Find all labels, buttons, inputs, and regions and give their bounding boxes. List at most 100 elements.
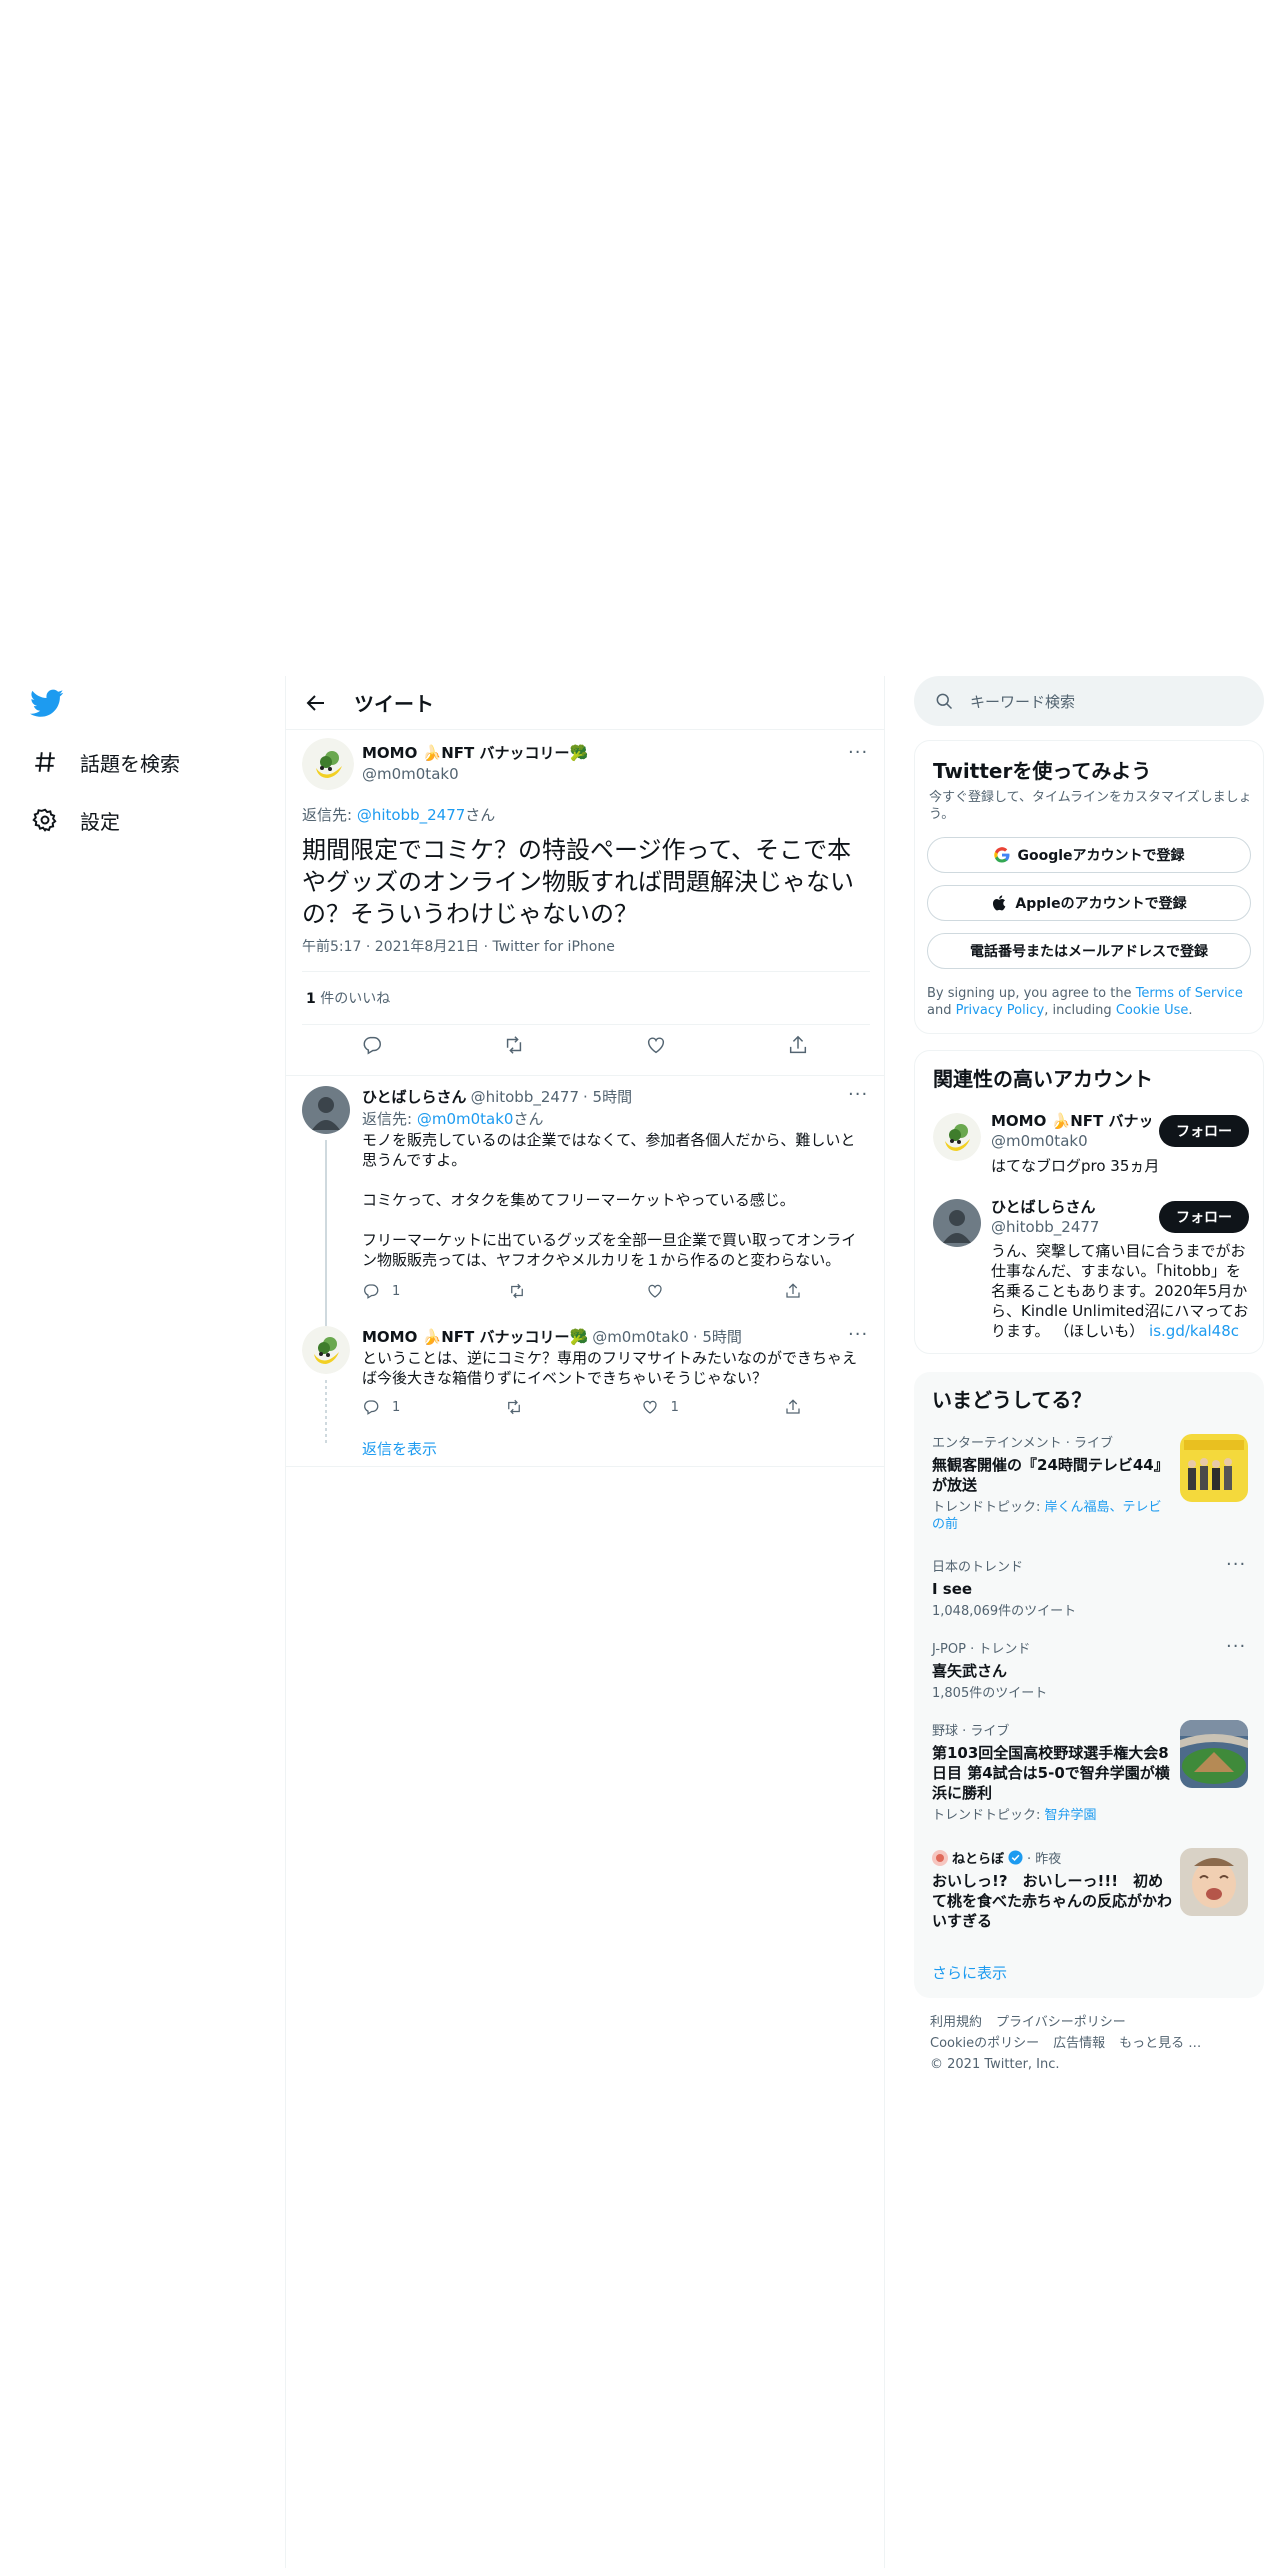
reply-author-line: ひとばしらさん @hitobb_2477 · 5時間 xyxy=(362,1086,632,1107)
back-arrow-icon[interactable] xyxy=(304,691,328,715)
share-icon[interactable] xyxy=(787,1034,811,1058)
footer-link[interactable]: Cookieのポリシー xyxy=(930,2033,1039,2054)
footer-link[interactable]: プライバシーポリシー xyxy=(996,2012,1126,2033)
reply-context: 返信先: @m0m0tak0さん xyxy=(362,1110,544,1128)
trend-thumbnail[interactable] xyxy=(1180,1720,1248,1788)
trend-item[interactable]: ねとらぼ · 昨夜 おいしっ!? おいしーっ!!! 初めて桃を食べた赤ちゃんの反… xyxy=(932,1848,1172,1931)
related-account-info[interactable]: ひとばしらさん @hitobb_2477 xyxy=(991,1197,1151,1237)
trend-thumbnail[interactable] xyxy=(1180,1848,1248,1916)
tweet-timestamp[interactable]: 午前5:17 · 2021年8月21日 · Twitter for iPhone xyxy=(302,936,615,956)
divider xyxy=(286,1075,884,1076)
avatar[interactable] xyxy=(302,738,354,790)
trend-title: 喜矢武さん xyxy=(932,1662,1008,1680)
terms-link[interactable]: Terms of Service xyxy=(1136,986,1243,1001)
more-options-icon[interactable]: ··· xyxy=(848,1084,868,1105)
footer-link[interactable]: もっと見る … xyxy=(1119,2033,1201,2054)
show-replies-link[interactable]: 返信を表示 xyxy=(362,1438,437,1459)
footer-link[interactable]: 利用規約 xyxy=(930,2012,982,2033)
reply-time[interactable]: · 5時間 xyxy=(693,1326,742,1347)
author-name[interactable]: ひとばしらさん xyxy=(362,1086,467,1107)
share-button[interactable] xyxy=(784,1398,802,1416)
more-options-icon[interactable]: ··· xyxy=(1226,1636,1246,1657)
avatar[interactable] xyxy=(302,1326,350,1374)
tweet-author-avatar[interactable] xyxy=(302,738,354,790)
phone-signup-button[interactable]: 電話番号またはメールアドレスで登録 xyxy=(927,933,1251,969)
tweet-header: ツイート xyxy=(286,676,884,730)
trend-item[interactable]: J-POP · トレンド 喜矢武さん 1,805件のツイート xyxy=(932,1638,1212,1702)
more-options-icon[interactable]: ··· xyxy=(1226,1554,1246,1575)
reply-button[interactable]: 1 xyxy=(362,1282,400,1300)
reply-context: 返信先: @hitobb_2477さん xyxy=(302,806,496,824)
trend-topic-link[interactable]: 智弁学園 xyxy=(1045,1808,1097,1823)
like-button[interactable] xyxy=(646,1282,676,1300)
reply-avatar[interactable] xyxy=(302,1326,350,1374)
signup-subtitle: 今すぐ登録して、タイムラインをカスタマイズしましょう。 xyxy=(929,790,1252,822)
nav-item-settings[interactable]: 設定 xyxy=(30,805,120,835)
related-account-avatar[interactable] xyxy=(933,1113,981,1161)
search-input[interactable]: キーワード検索 xyxy=(970,691,1075,712)
trend-thumbnail[interactable] xyxy=(1180,1434,1248,1502)
privacy-link[interactable]: Privacy Policy xyxy=(956,1003,1045,1018)
likes-summary[interactable]: 1 件のいいね xyxy=(306,988,390,1008)
reply-to-link[interactable]: @hitobb_2477 xyxy=(357,806,465,824)
account-name: MOMO 🍌NFT バナッ xyxy=(991,1112,1151,1130)
reply-text: ということは、逆にコミケ？専用のフリマサイトみたいなのができちゃえば今後大きな箱… xyxy=(362,1349,858,1387)
cookie-link[interactable]: Cookie Use xyxy=(1116,1003,1189,1018)
trend-subtitle: トレンドトピック: 岸くん福島、テレビの前 xyxy=(932,1500,1162,1532)
like-icon xyxy=(646,1282,664,1300)
reply-avatar[interactable] xyxy=(302,1086,350,1134)
reply-to-link[interactable]: @m0m0tak0 xyxy=(417,1110,514,1128)
related-account-info[interactable]: MOMO 🍌NFT バナッ @m0m0tak0 xyxy=(991,1111,1151,1151)
author-name[interactable]: MOMO 🍌NFT バナッコリー🥦 xyxy=(362,1326,588,1347)
author-handle[interactable]: @hitobb_2477 xyxy=(471,1088,579,1106)
trend-item[interactable]: エンターテインメント · ライブ 無観客開催の『24時間テレビ44』が放送 トレ… xyxy=(932,1432,1172,1533)
source-avatar xyxy=(932,1849,948,1866)
more-options-icon[interactable]: ··· xyxy=(848,1324,868,1345)
tweet-actions xyxy=(302,1034,870,1058)
apple-signup-button[interactable]: Appleのアカウントで登録 xyxy=(927,885,1251,921)
tweet-author[interactable]: MOMO 🍌NFT バナッコリー🥦 @m0m0tak0 xyxy=(362,742,588,783)
retweet-button[interactable] xyxy=(505,1398,535,1416)
trend-title: 無観客開催の『24時間テレビ44』が放送 xyxy=(932,1456,1169,1494)
thread-dots xyxy=(325,1380,327,1446)
avatar[interactable] xyxy=(302,1086,350,1134)
share-button[interactable] xyxy=(784,1282,802,1300)
like-icon[interactable] xyxy=(645,1034,669,1058)
trends-title: いまどうしてる？ xyxy=(932,1388,1092,1412)
reply-time[interactable]: · 5時間 xyxy=(583,1086,632,1107)
trend-category: J-POP · トレンド xyxy=(932,1642,1031,1657)
google-icon xyxy=(993,846,1011,864)
more-options-icon[interactable]: ··· xyxy=(848,742,868,763)
nav-item-explore[interactable]: 話題を検索 xyxy=(30,747,180,777)
retweet-icon xyxy=(505,1398,523,1416)
trend-item[interactable]: 野球 · ライブ 第103回全国高校野球選手権大会8日目 第4試合は5-0で智弁… xyxy=(932,1720,1172,1824)
reply-icon[interactable] xyxy=(361,1034,385,1058)
author-name[interactable]: MOMO 🍌NFT バナッコリー🥦 xyxy=(362,742,588,763)
trend-title: 第103回全国高校野球選手権大会8日目 第4試合は5-0で智弁学園が横浜に勝利 xyxy=(932,1744,1170,1802)
bio-link[interactable]: is.gd/kal48c xyxy=(1149,1322,1239,1340)
follow-button[interactable]: フォロー xyxy=(1159,1201,1249,1233)
related-account-avatar[interactable] xyxy=(933,1199,981,1247)
footer: 利用規約 プライバシーポリシー Cookieのポリシー 広告情報 もっと見る …… xyxy=(930,2012,1201,2075)
trend-category: エンターテインメント · ライブ xyxy=(932,1436,1114,1451)
author-handle[interactable]: @m0m0tak0 xyxy=(362,765,588,783)
footer-link[interactable]: 広告情報 xyxy=(1053,2033,1105,2054)
avatar[interactable] xyxy=(933,1199,981,1247)
like-icon xyxy=(641,1398,659,1416)
show-more-link[interactable]: さらに表示 xyxy=(932,1962,1007,1983)
like-button[interactable]: 1 xyxy=(641,1398,679,1416)
retweet-button[interactable] xyxy=(508,1282,538,1300)
author-handle[interactable]: @m0m0tak0 xyxy=(592,1328,689,1346)
trend-item[interactable]: 日本のトレンド I see 1,048,069件のツイート xyxy=(932,1556,1212,1620)
search-bar[interactable]: キーワード検索 xyxy=(914,676,1264,726)
nav-item-label: 話題を検索 xyxy=(80,751,180,776)
google-signup-button[interactable]: Googleアカウントで登録 xyxy=(927,837,1251,873)
reply-button[interactable]: 1 xyxy=(362,1398,400,1416)
retweet-icon xyxy=(508,1282,526,1300)
page-title: ツイート xyxy=(354,692,434,716)
apple-icon xyxy=(991,894,1009,912)
retweet-icon[interactable] xyxy=(503,1034,527,1058)
follow-button[interactable]: フォロー xyxy=(1159,1115,1249,1147)
avatar[interactable] xyxy=(933,1113,981,1161)
twitter-logo-icon[interactable] xyxy=(30,686,64,720)
